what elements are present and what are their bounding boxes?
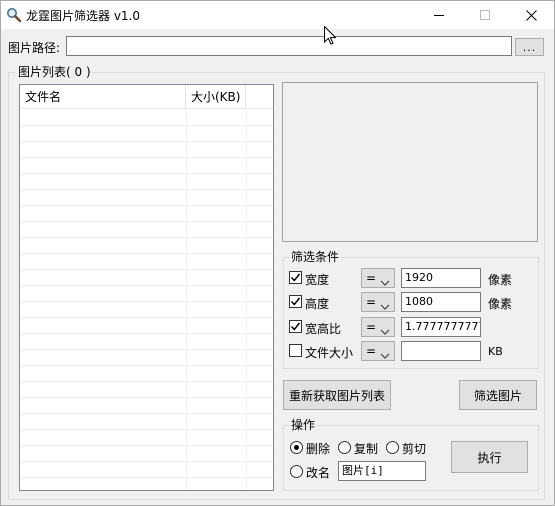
filesize-operator-select[interactable]: = [361,341,395,361]
window-title: 龙霆图片筛选器 v1.0 [26,9,141,23]
width-operator-select[interactable]: = [361,268,395,288]
chevron-down-icon [380,348,390,362]
filesize-value-input[interactable] [401,341,481,361]
rename-radio[interactable] [290,465,303,478]
height-label: 高度 [305,297,330,311]
ratio-operator-value: = [366,320,377,334]
height-unit: 像素 [488,297,513,311]
refresh-list-button[interactable]: 重新获取图片列表 [283,380,391,410]
ratio-operator-select[interactable]: = [361,317,395,337]
image-preview [282,82,538,242]
ratio-value-input[interactable]: 1.7777777777 [401,317,481,337]
width-value-input[interactable]: 1920 [401,268,481,288]
filesize-checkbox[interactable] [289,344,302,357]
filter-images-button[interactable]: 筛选图片 [459,380,537,410]
column-divider [246,110,247,490]
cut-radio-label: 剪切 [402,442,427,456]
browse-button[interactable]: ... [515,38,544,56]
minimize-button[interactable] [416,1,462,29]
ratio-label: 宽高比 [305,322,342,336]
maximize-icon [480,10,490,20]
copy-radio[interactable] [338,441,351,454]
radio-selected-dot [294,445,299,450]
width-label: 宽度 [305,273,330,287]
rename-pattern-input[interactable]: 图片[i] [338,461,426,481]
chevron-down-icon [380,324,390,338]
height-checkbox[interactable] [289,295,302,308]
close-icon [525,9,537,21]
delete-radio[interactable] [290,441,303,454]
path-input[interactable] [66,36,512,56]
column-divider [186,110,187,490]
column-header-size[interactable]: 大小(KB) [186,85,246,109]
operation-group-title: 操作 [289,418,318,432]
filesize-unit: KB [488,345,503,358]
close-button[interactable] [508,1,554,29]
maximize-button[interactable] [462,1,508,29]
title-bar[interactable]: 龙霆图片筛选器 v1.0 [1,1,554,29]
listview-header: 文件名 大小(KB) [20,85,273,109]
filter-group-title: 筛选条件 [289,250,342,264]
filesize-operator-value: = [366,344,377,358]
mouse-cursor-icon [324,25,337,48]
width-unit: 像素 [488,273,513,287]
chevron-down-icon [380,275,390,289]
magnifier-icon [6,7,22,23]
filesize-label: 文件大小 [305,346,354,360]
chevron-down-icon [380,299,390,313]
minimize-icon [434,10,444,20]
path-label: 图片路径: [8,41,61,55]
copy-radio-label: 复制 [354,442,379,456]
height-value-input[interactable]: 1080 [401,292,481,312]
rename-radio-label: 改名 [306,466,331,480]
delete-radio-label: 删除 [306,442,331,456]
image-listview[interactable]: 文件名 大小(KB) [19,84,274,491]
ratio-checkbox[interactable] [289,320,302,333]
image-list-title: 图片列表( 0 ) [16,65,93,79]
cut-radio[interactable] [386,441,399,454]
width-checkbox[interactable] [289,271,302,284]
app-window: 龙霆图片筛选器 v1.0 图片路径: ... 图片列表( 0 ) 文件名 大小(… [0,0,555,506]
height-operator-select[interactable]: = [361,292,395,312]
column-header-filename[interactable]: 文件名 [20,85,186,109]
height-operator-value: = [366,295,377,309]
listview-rows [20,110,273,490]
width-operator-value: = [366,271,377,285]
execute-button[interactable]: 执行 [451,441,528,473]
